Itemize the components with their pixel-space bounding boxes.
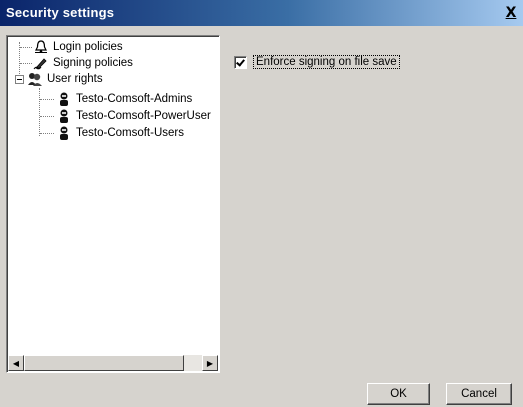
tree-item-testo-comsoft-admins[interactable]: Testo-Comsoft-Admins: [56, 91, 192, 107]
arrow-left-icon: ◀: [12, 358, 20, 368]
title-bar: Security settings X: [0, 0, 523, 26]
tree-item-user-rights[interactable]: User rights: [27, 71, 103, 87]
tree-item-signing-policies[interactable]: Signing policies: [33, 55, 133, 71]
enforce-signing-checkbox[interactable]: [234, 55, 247, 69]
tree-item-label: Testo-Comsoft-Users: [76, 127, 184, 139]
user-icon: [56, 125, 72, 141]
close-button[interactable]: X: [501, 3, 521, 22]
enforce-signing-label[interactable]: Enforce signing on file save: [253, 55, 400, 69]
scrollbar-thumb[interactable]: [24, 355, 184, 371]
user-icon: [56, 108, 72, 124]
policy-tree[interactable]: Login policies Signing policies User rig…: [6, 35, 220, 373]
window-title: Security settings: [6, 5, 115, 20]
pen-icon: [33, 55, 49, 71]
cancel-button[interactable]: Cancel: [446, 383, 512, 405]
collapse-user-rights-toggle[interactable]: [15, 75, 24, 84]
scroll-right-button[interactable]: ▶: [202, 355, 218, 371]
tree-horizontal-scrollbar[interactable]: ◀ ▶: [8, 355, 218, 371]
security-settings-dialog: Security settings X Login policies Signi…: [0, 0, 523, 407]
tree-item-testo-comsoft-users[interactable]: Testo-Comsoft-Users: [56, 125, 184, 141]
scroll-left-button[interactable]: ◀: [8, 355, 24, 371]
tree-item-testo-comsoft-poweruser[interactable]: Testo-Comsoft-PowerUser: [56, 108, 211, 124]
tree-item-label: Login policies: [53, 41, 123, 53]
bell-icon: [33, 39, 49, 55]
tree-item-label: User rights: [47, 73, 103, 85]
enforce-signing-option[interactable]: Enforce signing on file save: [234, 55, 400, 69]
tree-item-label: Testo-Comsoft-Admins: [76, 93, 193, 105]
tree-item-login-policies[interactable]: Login policies: [33, 39, 123, 55]
arrow-right-icon: ▶: [206, 358, 214, 368]
ok-button[interactable]: OK: [367, 383, 430, 405]
user-icon: [56, 91, 72, 107]
tree-item-label: Testo-Comsoft-PowerUser: [76, 110, 211, 122]
tree-item-label: Signing policies: [53, 57, 133, 69]
user-group-icon: [27, 71, 43, 87]
